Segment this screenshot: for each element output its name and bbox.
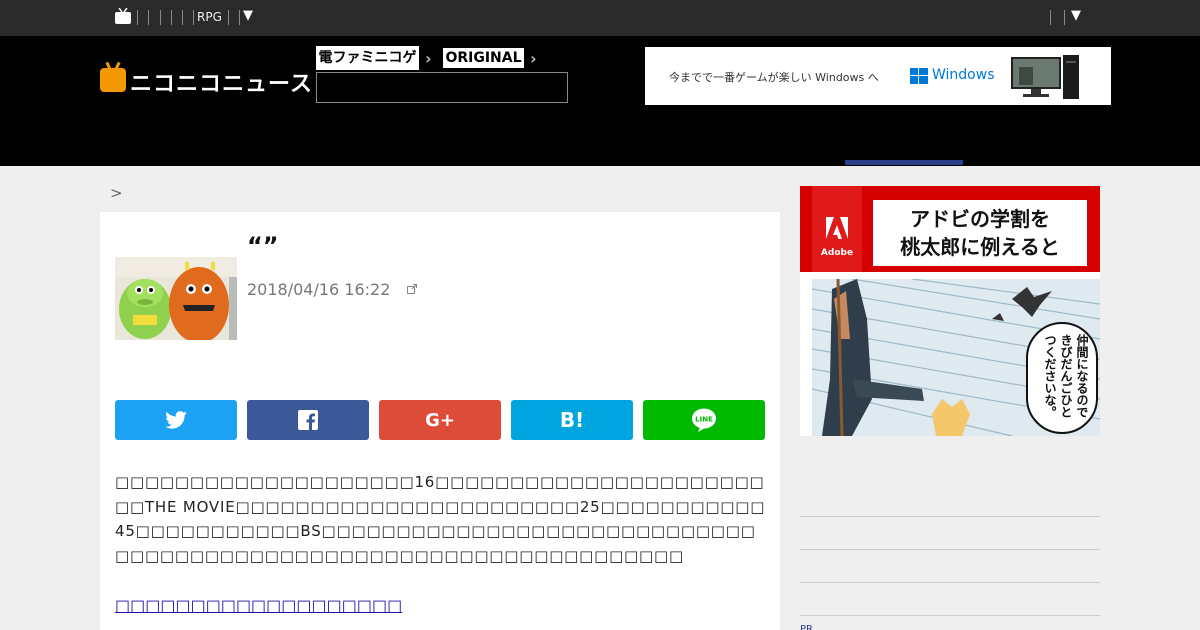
facebook-share-button[interactable] — [247, 400, 369, 440]
ad-headline-line2: 桃太郎に例えると — [900, 235, 1060, 259]
ad-headline: アドビの学割を 桃太郎に例えると — [873, 200, 1087, 266]
sidebar-divider — [800, 549, 1100, 550]
tv-icon[interactable] — [114, 8, 132, 25]
top-bar: RPG ▼ ▼ — [0, 0, 1200, 36]
partner-logo-dengeki[interactable]: 電ファミニコゲーマー — [316, 46, 419, 90]
sidebar-divider — [800, 582, 1100, 583]
tv-logo-icon — [100, 68, 126, 92]
article-card: “” 2018/04/16 16:22 G+ B! LINE □□□□□□□□□… — [100, 212, 780, 630]
chevron-down-icon[interactable]: ▼ — [243, 8, 253, 23]
adobe-logo: Adobe — [812, 186, 862, 272]
top-nav-divider — [239, 10, 240, 25]
googleplus-share-button[interactable]: G+ — [379, 400, 501, 440]
top-nav-item[interactable] — [171, 10, 172, 25]
search-input[interactable] — [316, 72, 568, 103]
article-thumbnail[interactable] — [115, 257, 237, 340]
ad-headline-line1: アドビの学割を — [910, 207, 1050, 231]
pc-image — [1011, 55, 1079, 99]
line-share-button[interactable]: LINE — [643, 400, 765, 440]
banner-brand: Windows — [932, 67, 995, 83]
article-body: □□□□□□□□□□□□□□□□□□□□16□□□□□□□□□□□□□□□□□□… — [115, 473, 766, 565]
chevron-right-icon: › — [530, 49, 537, 68]
banner-text: 今までで一番ゲームが楽しい Windows へ — [669, 71, 879, 84]
facebook-icon — [298, 410, 318, 430]
windows-logo-icon — [910, 68, 928, 84]
original-badge[interactable]: ORIGINAL — [443, 48, 524, 68]
adobe-side-ad[interactable]: Adobe アドビの学割を 桃太郎に例えると 仲間になるのできびだんごひとつくだ… — [800, 186, 1100, 436]
top-nav-item[interactable] — [182, 10, 183, 25]
sidebar-divider — [800, 516, 1100, 517]
top-nav-item[interactable] — [160, 10, 161, 25]
chevron-down-icon[interactable]: ▼ — [1071, 8, 1081, 23]
line-label: LINE — [695, 416, 713, 424]
sidebar-pr-label: PR — [800, 624, 813, 630]
adobe-logo-icon — [826, 217, 848, 239]
top-nav-divider — [1064, 10, 1065, 25]
article-date: 2018/04/16 16:22 — [247, 280, 391, 299]
windows-banner-ad[interactable]: 今までで一番ゲームが楽しい Windows へ Windows — [645, 47, 1111, 105]
ad-speech-bubble: 仲間になるのできびだんごひとつくださいな。 — [1026, 322, 1098, 434]
article-title: “” — [247, 232, 279, 260]
top-nav-item[interactable] — [148, 10, 149, 25]
top-nav-item[interactable] — [137, 10, 138, 25]
top-nav-divider — [228, 10, 229, 25]
hatena-share-button[interactable]: B! — [511, 400, 633, 440]
site-header: ニコニコニュース 電ファミニコゲーマー › ORIGINAL › 今までで一番ゲ… — [0, 36, 1200, 166]
chevron-right-icon: › — [425, 49, 432, 68]
site-logo[interactable]: ニコニコニュース — [100, 62, 313, 98]
nav-active-indicator — [845, 160, 963, 165]
top-nav-divider — [193, 10, 194, 25]
site-name: ニコニコニュース — [130, 72, 313, 97]
line-icon: LINE — [692, 408, 716, 432]
article-more-link[interactable]: □□□□□□□□□□□□□□□□□□□ — [115, 596, 402, 615]
top-nav-rpg[interactable]: RPG — [197, 10, 222, 24]
top-nav-divider — [1050, 10, 1051, 25]
breadcrumb[interactable]: > — [110, 184, 123, 202]
twitter-icon — [165, 411, 187, 429]
external-link-icon[interactable] — [407, 284, 417, 294]
adobe-label: Adobe — [820, 248, 854, 258]
twitter-share-button[interactable] — [115, 400, 237, 440]
sidebar-divider — [800, 615, 1100, 616]
